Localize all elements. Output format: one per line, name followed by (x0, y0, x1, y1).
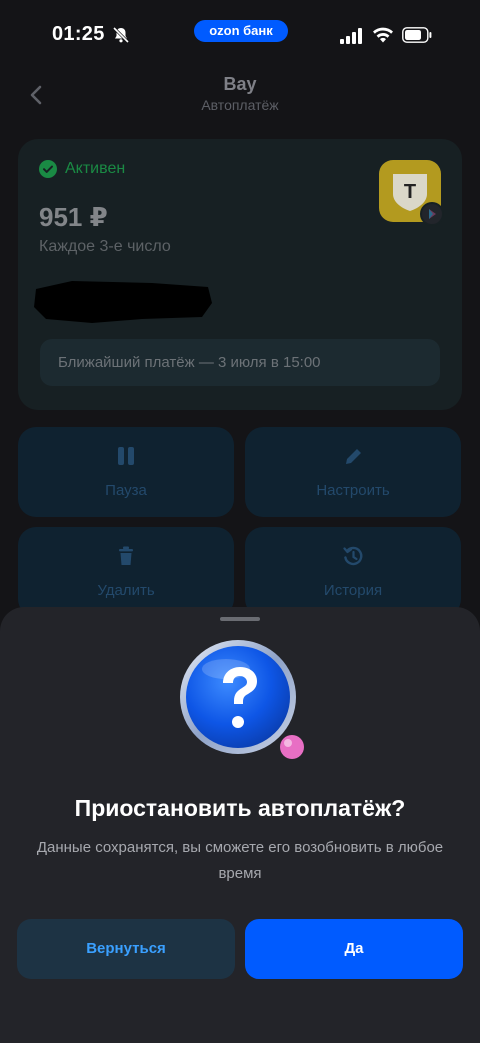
logo-letter: Т (404, 181, 416, 203)
sheet-title: Приостановить автоплатёж? (74, 795, 406, 821)
page-title: Bay (223, 74, 257, 94)
status-row: Активен (39, 160, 125, 178)
autopayment-card: Активен 951 ₽ Каждое 3-е число Т Ближайш… (18, 139, 462, 410)
sheet-drag-handle[interactable] (220, 617, 260, 621)
question-icon (180, 640, 304, 759)
confirm-bottom-sheet: Приостановить автоплатёж? Данные сохраня… (0, 607, 480, 1043)
configure-label: Настроить (316, 482, 390, 499)
delete-label: Удалить (97, 582, 155, 599)
next-payment-info: Ближайший платёж — 3 июля в 15:00 (40, 339, 440, 386)
confirm-yes-button[interactable]: Да (245, 919, 463, 979)
cellular-signal-icon (340, 28, 362, 44)
wifi-icon (373, 27, 393, 43)
sheet-description: Данные сохранятся, вы сможете его возобн… (36, 839, 444, 882)
battery-icon (402, 27, 432, 43)
pause-icon (118, 447, 134, 465)
page-subtitle: Автоплатёж (201, 97, 279, 113)
history-button[interactable]: История (245, 527, 461, 617)
status-bar: 01:25 ozon банк (0, 0, 480, 70)
bell-slash-icon (112, 26, 130, 44)
payment-amount: 951 ₽ (39, 202, 108, 232)
pause-label: Пауза (105, 482, 147, 499)
go-back-button[interactable]: Вернуться (17, 919, 235, 979)
history-icon (343, 546, 363, 566)
history-label: История (323, 582, 383, 599)
payment-schedule: Каждое 3-е число (39, 238, 171, 255)
check-circle-icon (39, 160, 57, 178)
delete-button[interactable]: Удалить (18, 527, 234, 617)
redacted-block (34, 281, 212, 323)
status-label: Активен (65, 160, 126, 177)
pencil-icon (346, 449, 361, 464)
configure-button[interactable]: Настроить (245, 427, 461, 517)
ozon-bank-pill[interactable]: ozon банк (194, 20, 288, 42)
payment-system-badge-icon (420, 202, 444, 226)
pause-button[interactable]: Пауза (18, 427, 234, 517)
trash-icon (119, 546, 133, 565)
status-time: 01:25 (52, 23, 105, 45)
